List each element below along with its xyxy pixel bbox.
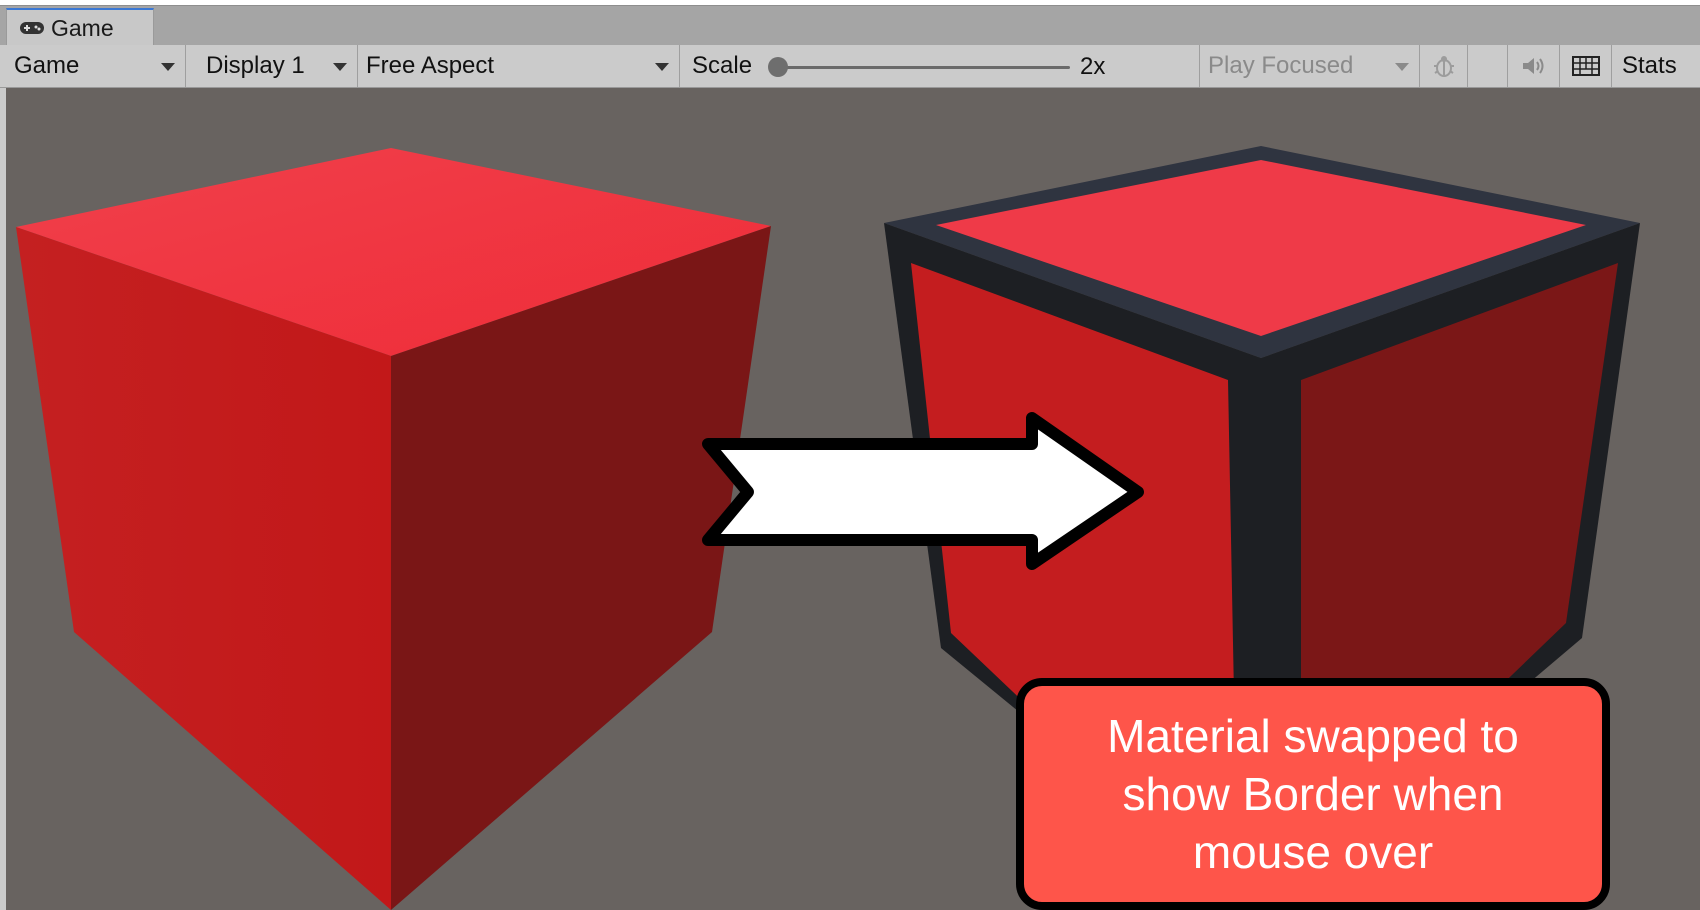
bug-icon[interactable] bbox=[1420, 45, 1468, 87]
toolbar-spacer bbox=[1468, 45, 1508, 87]
game-toolbar: Game Display 1 Free Aspect Scale 2x Play… bbox=[0, 45, 1700, 88]
scale-slider-handle[interactable] bbox=[768, 57, 788, 77]
stats-button[interactable]: Stats bbox=[1612, 45, 1700, 87]
play-mode-label: Play Focused bbox=[1208, 52, 1354, 79]
chevron-down-icon bbox=[333, 63, 347, 71]
plain-cube bbox=[16, 148, 771, 910]
display-label: Display 1 bbox=[206, 52, 305, 79]
scale-value: 2x bbox=[1080, 53, 1106, 80]
scale-slider-track[interactable] bbox=[780, 66, 1070, 69]
tab-label: Game bbox=[51, 14, 114, 41]
view-mode-dropdown[interactable]: Game bbox=[6, 45, 186, 87]
callout-box: Material swapped to show Border when mou… bbox=[1016, 678, 1610, 910]
scale-label: Scale bbox=[692, 52, 753, 79]
gamepad-icon bbox=[19, 20, 47, 36]
aspect-dropdown[interactable]: Free Aspect bbox=[358, 45, 680, 87]
display-dropdown[interactable]: Display 1 bbox=[186, 45, 358, 87]
chevron-down-icon bbox=[1395, 63, 1409, 71]
game-window: Game Game Display 1 Free Aspect Scale 2x… bbox=[0, 0, 1700, 910]
tab-game[interactable]: Game bbox=[6, 8, 154, 46]
arrow-right-icon bbox=[702, 412, 1144, 570]
keyboard-icon[interactable] bbox=[1560, 45, 1612, 87]
play-mode-dropdown[interactable]: Play Focused bbox=[1200, 45, 1420, 87]
tab-strip: Game bbox=[0, 5, 1700, 46]
speaker-icon[interactable] bbox=[1508, 45, 1560, 87]
stats-label: Stats bbox=[1622, 52, 1677, 79]
chevron-down-icon bbox=[161, 63, 175, 71]
chevron-down-icon bbox=[655, 63, 669, 71]
aspect-label: Free Aspect bbox=[366, 52, 495, 79]
callout-text: Material swapped to show Border when mou… bbox=[1107, 710, 1519, 878]
view-mode-label: Game bbox=[14, 52, 80, 79]
